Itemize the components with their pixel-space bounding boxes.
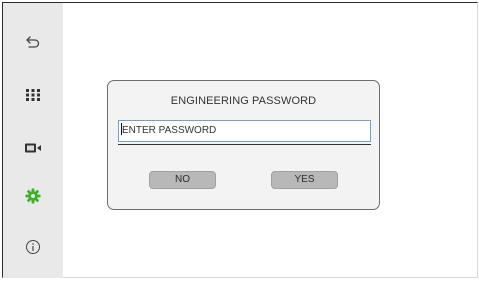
sidebar [3, 3, 63, 278]
dialog-title: ENGINEERING PASSWORD [170, 95, 317, 107]
password-field[interactable]: ENTER PASSWORD [118, 120, 371, 142]
no-button[interactable]: NO [149, 171, 216, 189]
video-camera-icon [25, 143, 41, 153]
password-placeholder: ENTER PASSWORD [122, 125, 217, 136]
yes-button[interactable]: YES [271, 171, 338, 189]
grid-menu-icon [26, 89, 40, 101]
sidebar-item-camera[interactable] [3, 130, 63, 166]
sidebar-item-settings[interactable] [3, 178, 63, 214]
info-icon [26, 240, 40, 254]
back-arrow-icon [26, 36, 40, 48]
gear-icon [25, 188, 41, 204]
engineering-password-dialog: ENGINEERING PASSWORD ENTER PASSWORD NO Y… [107, 80, 380, 210]
engineering-password-screen: ENGINEERING PASSWORD ENTER PASSWORD NO Y… [0, 0, 479, 283]
field-underline [118, 144, 371, 145]
sidebar-item-info[interactable] [3, 229, 63, 265]
sidebar-item-back[interactable] [3, 24, 63, 60]
sidebar-item-menu[interactable] [3, 77, 63, 113]
